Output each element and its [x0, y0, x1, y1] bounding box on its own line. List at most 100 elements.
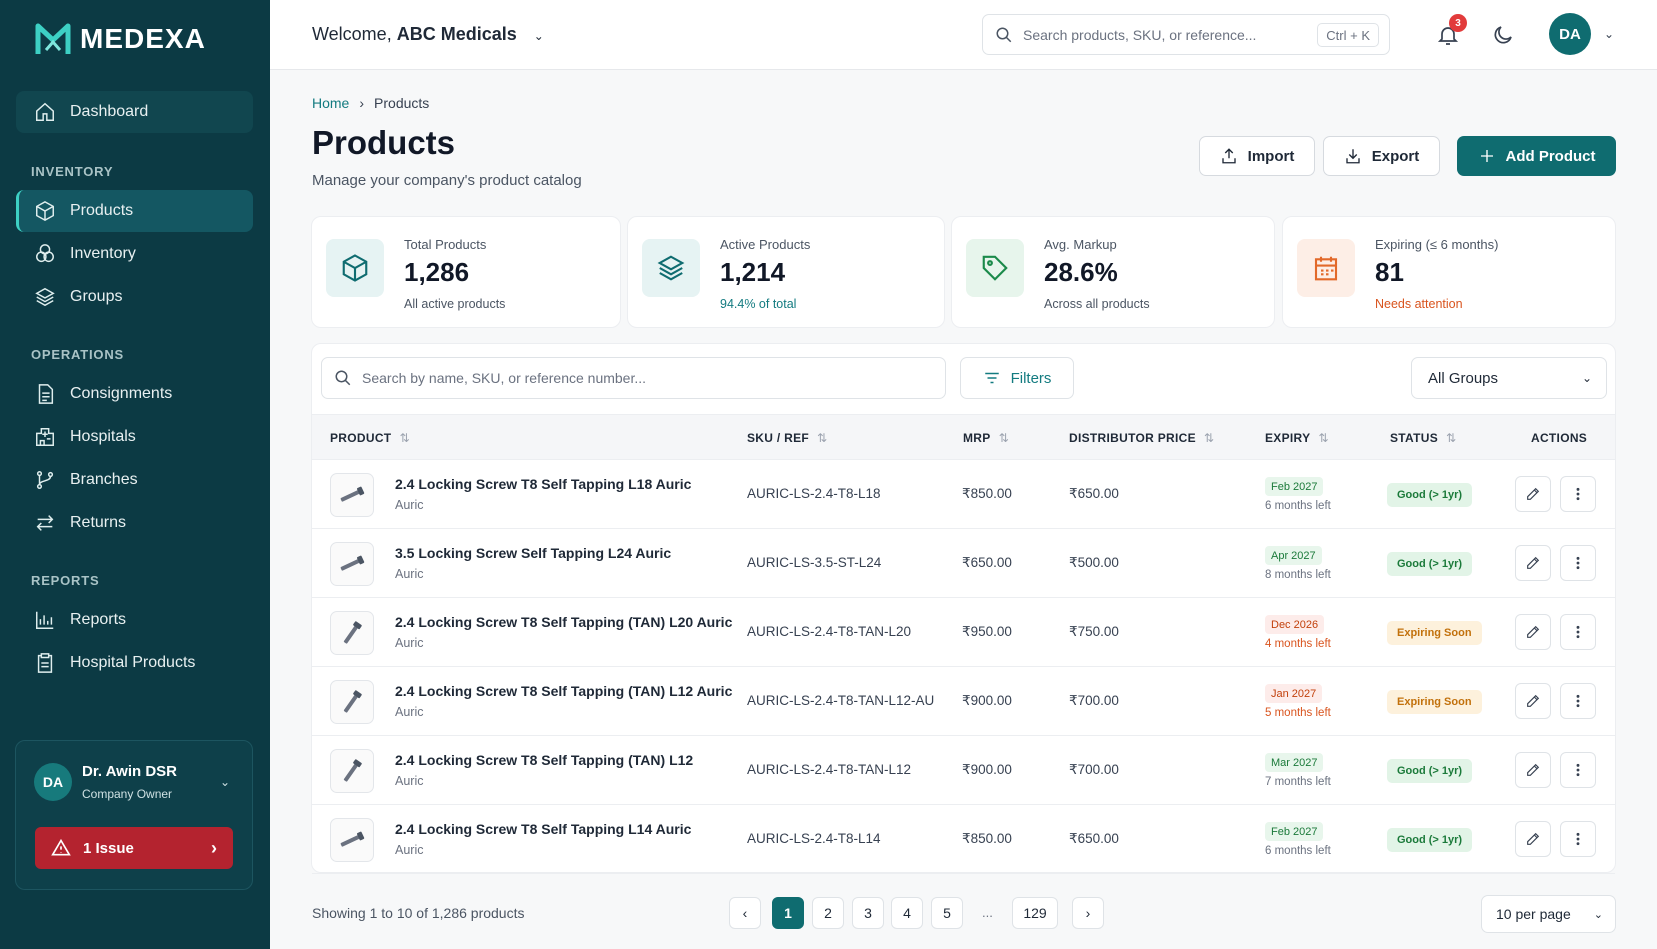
product-thumbnail: [330, 473, 374, 517]
notifications-button[interactable]: 3: [1433, 14, 1467, 50]
sidebar-item-hospital-products[interactable]: Hospital Products: [16, 642, 253, 684]
sidebar-item-label: Inventory: [70, 245, 136, 262]
column-header-mrp[interactable]: MRP ⇅: [963, 431, 1009, 445]
edit-button[interactable]: [1515, 614, 1551, 650]
page-button-last[interactable]: 129: [1012, 897, 1058, 929]
product-name[interactable]: 3.5 Locking Screw Self Tapping L24 Auric: [395, 545, 671, 561]
product-search-input[interactable]: Search by name, SKU, or reference number…: [321, 357, 946, 399]
user-name: Dr. Awin DSR: [82, 763, 178, 780]
sidebar-item-branches[interactable]: Branches: [16, 459, 253, 501]
page-button-2[interactable]: 2: [812, 897, 844, 929]
avatar[interactable]: DA: [1549, 13, 1591, 55]
table-row[interactable]: 2.4 Locking Screw T8 Self Tapping (TAN) …: [312, 598, 1615, 667]
status-badge: Expiring Soon: [1387, 690, 1482, 714]
product-thumbnail: [330, 818, 374, 862]
more-actions-button[interactable]: [1560, 614, 1596, 650]
sidebar-item-returns[interactable]: Returns: [16, 502, 253, 544]
sidebar-item-inventory[interactable]: Inventory: [16, 233, 253, 275]
page-button-3[interactable]: 3: [852, 897, 884, 929]
expiry-date-badge: Mar 2027: [1265, 753, 1324, 772]
add-product-label: Add Product: [1505, 147, 1596, 165]
product-name[interactable]: 2.4 Locking Screw T8 Self Tapping (TAN) …: [395, 752, 693, 768]
table-row[interactable]: 3.5 Locking Screw Self Tapping L24 Auric…: [312, 529, 1615, 598]
product-distributor-price: ₹750.00: [1069, 624, 1119, 639]
branch-icon: [34, 469, 56, 491]
stat-note: Needs attention: [1375, 297, 1463, 311]
more-actions-button[interactable]: [1560, 683, 1596, 719]
box-icon: [34, 200, 56, 222]
product-mrp: ₹900.00: [962, 762, 1012, 777]
notification-badge: 3: [1449, 14, 1467, 32]
theme-toggle-button[interactable]: [1488, 20, 1518, 50]
edit-button[interactable]: [1515, 476, 1551, 512]
column-header-expiry[interactable]: EXPIRY ⇅: [1265, 431, 1329, 445]
sidebar-item-dashboard[interactable]: Dashboard: [16, 91, 253, 133]
more-actions-button[interactable]: [1560, 476, 1596, 512]
sidebar-item-products[interactable]: Products: [16, 190, 253, 232]
column-header-product[interactable]: PRODUCT ⇅: [330, 431, 410, 445]
column-header-status[interactable]: STATUS ⇅: [1390, 431, 1456, 445]
global-search-input[interactable]: Search products, SKU, or reference... Ct…: [982, 14, 1390, 55]
import-button[interactable]: Import: [1199, 136, 1315, 176]
product-brand: Auric: [395, 774, 424, 788]
issue-button[interactable]: 1 Issue ›: [35, 827, 233, 869]
edit-button[interactable]: [1515, 752, 1551, 788]
breadcrumb-home[interactable]: Home: [312, 95, 349, 111]
table-row[interactable]: 2.4 Locking Screw T8 Self Tapping L18 Au…: [312, 460, 1615, 529]
screw-icon: [343, 690, 362, 713]
per-page-select[interactable]: 10 per page ⌄: [1481, 895, 1616, 933]
table-row[interactable]: 2.4 Locking Screw T8 Self Tapping (TAN) …: [312, 736, 1615, 805]
sidebar-item-reports[interactable]: Reports: [16, 599, 253, 641]
page-button-1[interactable]: 1: [772, 897, 804, 929]
stat-label: Expiring (≤ 6 months): [1375, 237, 1499, 252]
table-row[interactable]: 2.4 Locking Screw T8 Self Tapping (TAN) …: [312, 667, 1615, 736]
sidebar-item-hospitals[interactable]: Hospitals: [16, 416, 253, 458]
filters-button[interactable]: Filters: [960, 357, 1074, 399]
table-row[interactable]: 2.4 Locking Screw T8 Self Tapping L14 Au…: [312, 805, 1615, 874]
sidebar-item-label: Returns: [70, 514, 127, 531]
column-header-distributor-price[interactable]: DISTRIBUTOR PRICE ⇅: [1069, 431, 1214, 445]
edit-button[interactable]: [1515, 683, 1551, 719]
edit-button[interactable]: [1515, 821, 1551, 857]
page-subtitle: Manage your company's product catalog: [312, 172, 582, 189]
more-actions-button[interactable]: [1560, 545, 1596, 581]
more-vertical-icon: [1576, 694, 1580, 708]
chevron-down-icon[interactable]: ⌄: [220, 775, 230, 789]
more-actions-button[interactable]: [1560, 821, 1596, 857]
search-icon: [335, 370, 351, 386]
welcome-prefix: Welcome,: [312, 24, 392, 44]
chevron-down-icon: ⌄: [1581, 371, 1592, 385]
product-name[interactable]: 2.4 Locking Screw T8 Self Tapping L14 Au…: [395, 821, 691, 837]
next-page-button[interactable]: ›: [1072, 897, 1104, 929]
add-product-button[interactable]: Add Product: [1457, 136, 1616, 176]
company-switcher[interactable]: Welcome, ABC Medicals ⌄: [312, 24, 544, 45]
chevron-down-icon[interactable]: ⌄: [1604, 27, 1614, 41]
user-card[interactable]: DA Dr. Awin DSR Company Owner ⌄ 1 Issue …: [15, 740, 253, 890]
more-actions-button[interactable]: [1560, 752, 1596, 788]
prev-page-button[interactable]: ‹: [729, 897, 761, 929]
screw-icon: [343, 759, 362, 782]
stat-note: 94.4% of total: [720, 297, 797, 311]
product-name[interactable]: 2.4 Locking Screw T8 Self Tapping (TAN) …: [395, 614, 732, 630]
warning-icon: [51, 838, 71, 856]
stat-note: All active products: [404, 297, 506, 311]
page-button-4[interactable]: 4: [891, 897, 923, 929]
sidebar-item-groups[interactable]: Groups: [16, 276, 253, 318]
column-header-sku[interactable]: SKU / REF ⇅: [747, 431, 827, 445]
home-icon: [34, 101, 56, 123]
product-name[interactable]: 2.4 Locking Screw T8 Self Tapping L18 Au…: [395, 476, 691, 492]
product-name[interactable]: 2.4 Locking Screw T8 Self Tapping (TAN) …: [395, 683, 732, 699]
sidebar-item-consignments[interactable]: Consignments: [16, 373, 253, 415]
stat-value: 1,286: [404, 257, 470, 287]
status-badge: Good (> 1yr): [1387, 483, 1473, 507]
edit-button[interactable]: [1515, 545, 1551, 581]
sidebar-item-label: Groups: [70, 288, 123, 305]
export-button[interactable]: Export: [1323, 136, 1440, 176]
group-select[interactable]: All Groups ⌄: [1411, 357, 1607, 399]
brand-logo[interactable]: MEDEXA: [34, 20, 206, 58]
pencil-icon: [1527, 832, 1540, 845]
expiry-date-badge: Feb 2027: [1265, 477, 1324, 496]
product-thumbnail: [330, 542, 374, 586]
stat-card-active-products: Active Products 1,214 94.4% of total: [627, 216, 945, 328]
page-button-5[interactable]: 5: [931, 897, 963, 929]
